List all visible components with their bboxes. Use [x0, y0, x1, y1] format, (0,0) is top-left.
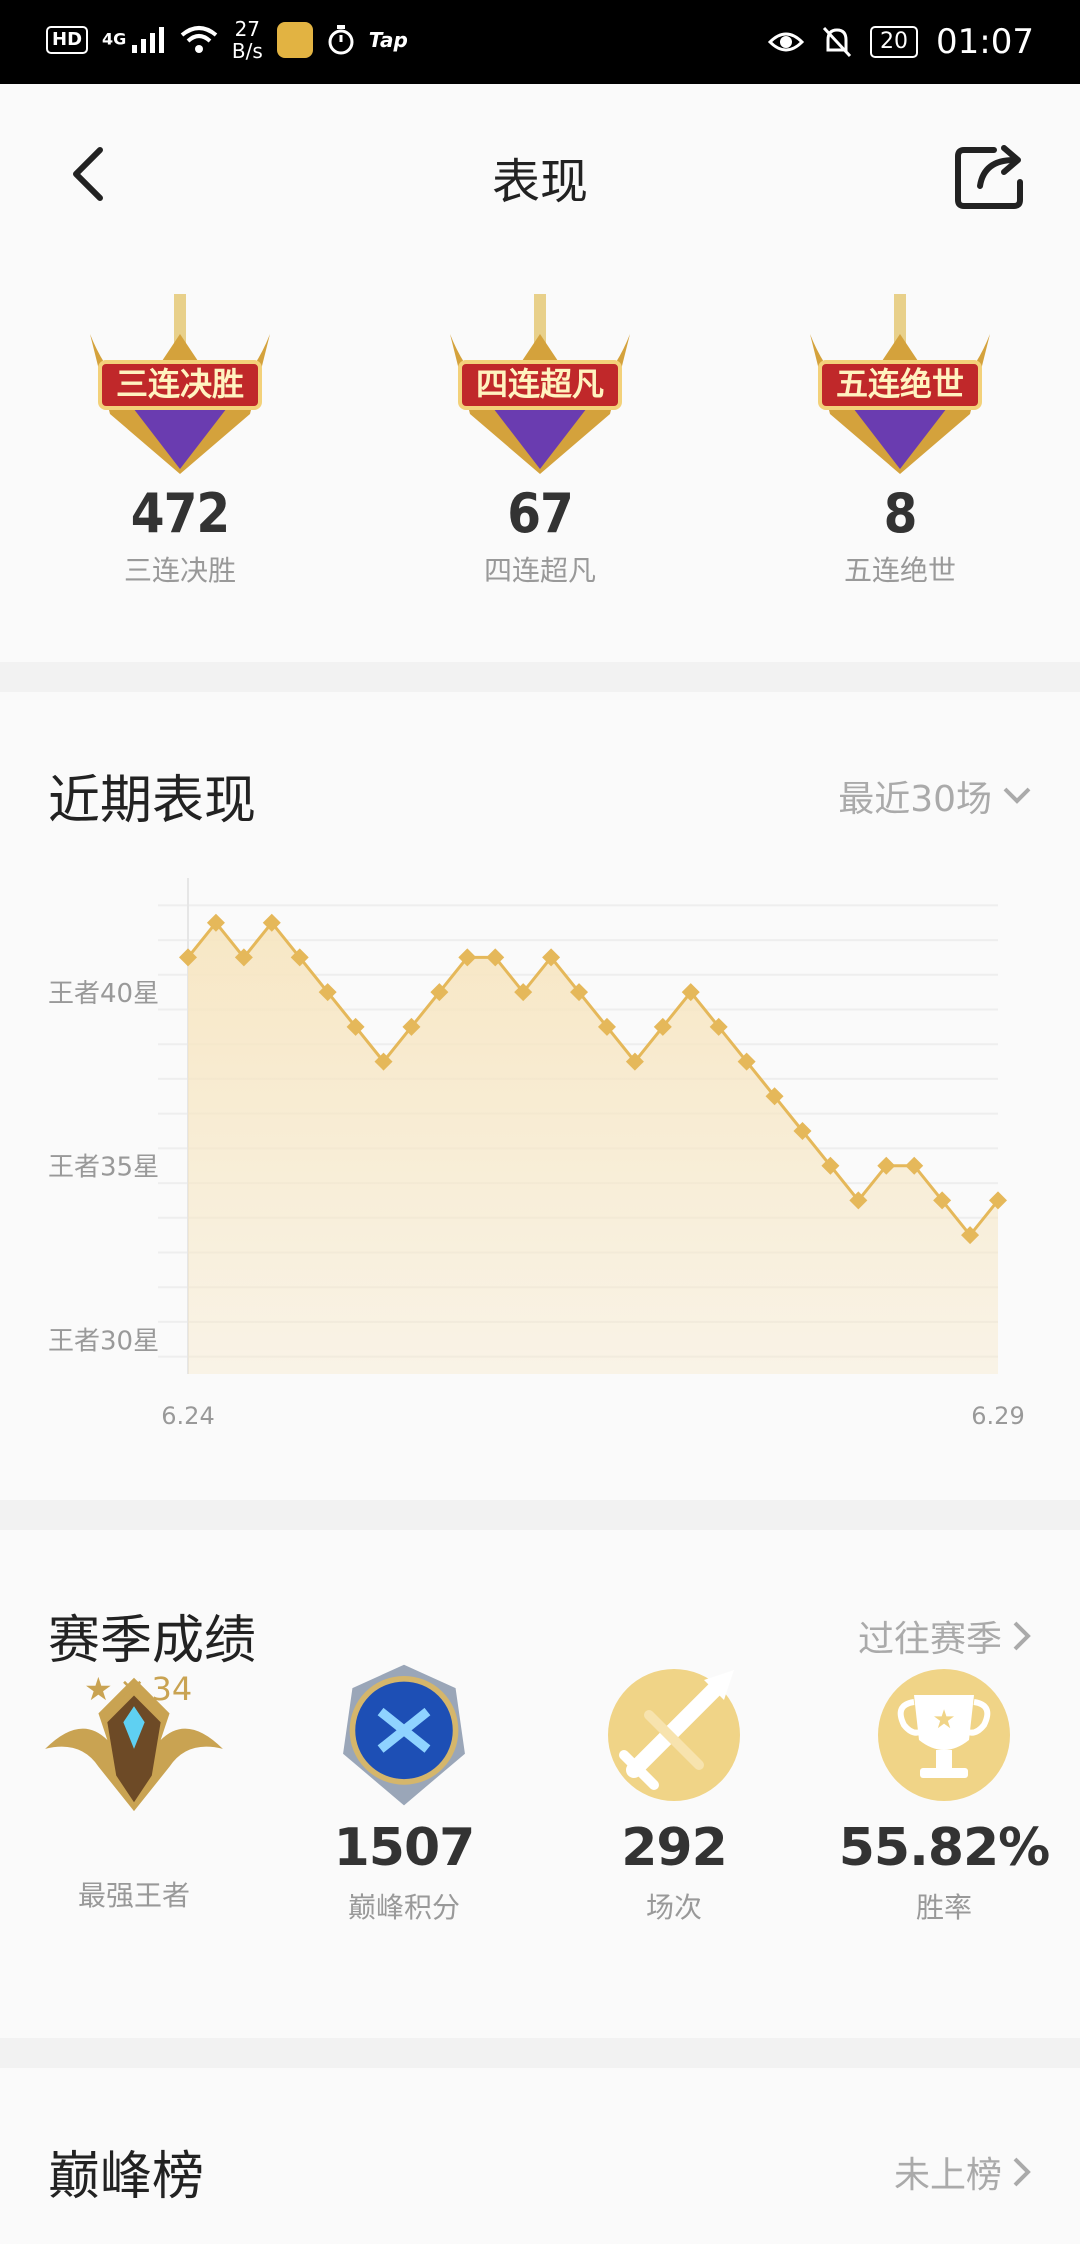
signal-icon: 4G — [102, 27, 166, 53]
mute-bell-icon — [822, 26, 852, 58]
stat-value: 55.82% — [838, 1818, 1051, 1878]
network-speed: 27 B/s — [232, 18, 263, 62]
nav-bar: 表现 — [0, 84, 1080, 265]
status-bar-right: 20 01:07 — [768, 22, 1034, 62]
stat-peak-score[interactable]: 1507 巅峰积分 — [274, 1660, 534, 1926]
stat-value: 1507 — [333, 1818, 476, 1878]
stat-value: 292 — [621, 1818, 728, 1878]
times-icon: × — [118, 1670, 146, 1708]
penta-kill-badge-icon: 五连绝世 — [810, 294, 990, 474]
triple-kill-badge-icon: 三连决胜 — [90, 294, 270, 474]
app-notification-icon — [276, 22, 313, 58]
chevron-right-icon — [1013, 2157, 1031, 2187]
wifi-icon — [180, 26, 218, 53]
speed-unit: B/s — [231, 39, 263, 63]
speed-value: 27 — [234, 17, 261, 41]
achievement-count: 67 — [507, 482, 574, 545]
achievement-penta-kill[interactable]: 五连绝世 8 五连绝世 — [780, 294, 1020, 589]
link-label: 过往赛季 — [857, 1619, 1002, 1660]
hd-indicator: HD — [46, 26, 89, 54]
eye-comfort-icon — [768, 32, 805, 52]
chevron-right-icon — [1013, 1621, 1031, 1651]
section-title: 巅峰榜 — [48, 2147, 205, 2207]
achievement-triple-kill[interactable]: 三连决胜 472 三连决胜 — [60, 294, 300, 589]
status-bar-left: HD 4G 27 B/s Tap — [46, 18, 408, 62]
stat-rank[interactable]: ★ × 34 最强王者 — [4, 1660, 264, 1914]
stat-label: 巅峰积分 — [347, 1891, 460, 1924]
crossed-swords-icon — [608, 1669, 740, 1801]
season-card: 赛季成绩 过往赛季 ★ × 34 最强王者 1507 巅峰积分 292 场次 ★… — [0, 1530, 1080, 2038]
tap-notification-icon: Tap — [368, 28, 408, 52]
x-tick-label: 6.24 — [161, 1402, 214, 1430]
stat-label: 场次 — [645, 1891, 702, 1924]
timer-icon — [328, 25, 354, 55]
star-count: 34 — [151, 1670, 193, 1708]
stat-matches[interactable]: 292 场次 — [544, 1660, 804, 1926]
achievements-card: 三连决胜 472 三连决胜 四连超凡 67 四连超凡 五连绝世 8 五连绝世 — [0, 264, 1080, 662]
share-icon[interactable] — [954, 142, 1028, 210]
peak-board-link[interactable]: 未上榜 — [894, 2146, 1032, 2198]
recent-performance-card: 近期表现 最近30场 王者40星 王者35星 王者30星 6.24 6.29 — [0, 692, 1080, 1500]
battery-icon: 20 — [870, 26, 919, 58]
rank-stars: ★ × 34 — [84, 1670, 192, 1708]
y-tick-label: 王者35星 — [48, 1153, 159, 1183]
badge-text: 五连绝世 — [836, 365, 964, 403]
achievement-label: 三连决胜 — [123, 554, 236, 587]
quadra-kill-badge-icon: 四连超凡 — [450, 294, 630, 474]
achievement-label: 五连绝世 — [843, 554, 956, 587]
svg-text:★: ★ — [932, 1705, 955, 1735]
network-type: 4G — [102, 29, 127, 49]
peak-emblem-icon — [343, 1664, 465, 1806]
achievement-count: 472 — [130, 482, 230, 545]
stat-win-rate[interactable]: ★ 55.82% 胜率 — [814, 1660, 1074, 1926]
badge-text: 四连超凡 — [476, 365, 604, 403]
stat-label: 胜率 — [915, 1891, 972, 1924]
page-title: 表现 — [491, 154, 588, 210]
badge-text: 三连决胜 — [116, 365, 244, 403]
status-bar: HD 4G 27 B/s Tap 20 01:07 — [0, 0, 1080, 84]
recent-performance-chart: 王者40星王者35星王者30星 6.24 6.29 — [48, 878, 1025, 1430]
achievement-label: 四连超凡 — [483, 554, 596, 587]
clock: 01:07 — [936, 22, 1034, 62]
achievement-quadra-kill[interactable]: 四连超凡 67 四连超凡 — [420, 294, 660, 589]
star-icon: ★ — [84, 1670, 113, 1708]
past-seasons-link[interactable]: 过往赛季 — [858, 1610, 1032, 1662]
achievement-count: 8 — [883, 482, 918, 545]
x-tick-label: 6.29 — [971, 1402, 1024, 1430]
peak-board-card: 巅峰榜 未上榜 — [0, 2068, 1080, 2244]
y-tick-label: 王者40星 — [48, 979, 159, 1009]
link-label: 未上榜 — [893, 2155, 1002, 2196]
stat-label: 最强王者 — [77, 1879, 190, 1912]
trophy-icon: ★ — [878, 1669, 1010, 1801]
y-tick-label: 王者30星 — [48, 1326, 159, 1356]
